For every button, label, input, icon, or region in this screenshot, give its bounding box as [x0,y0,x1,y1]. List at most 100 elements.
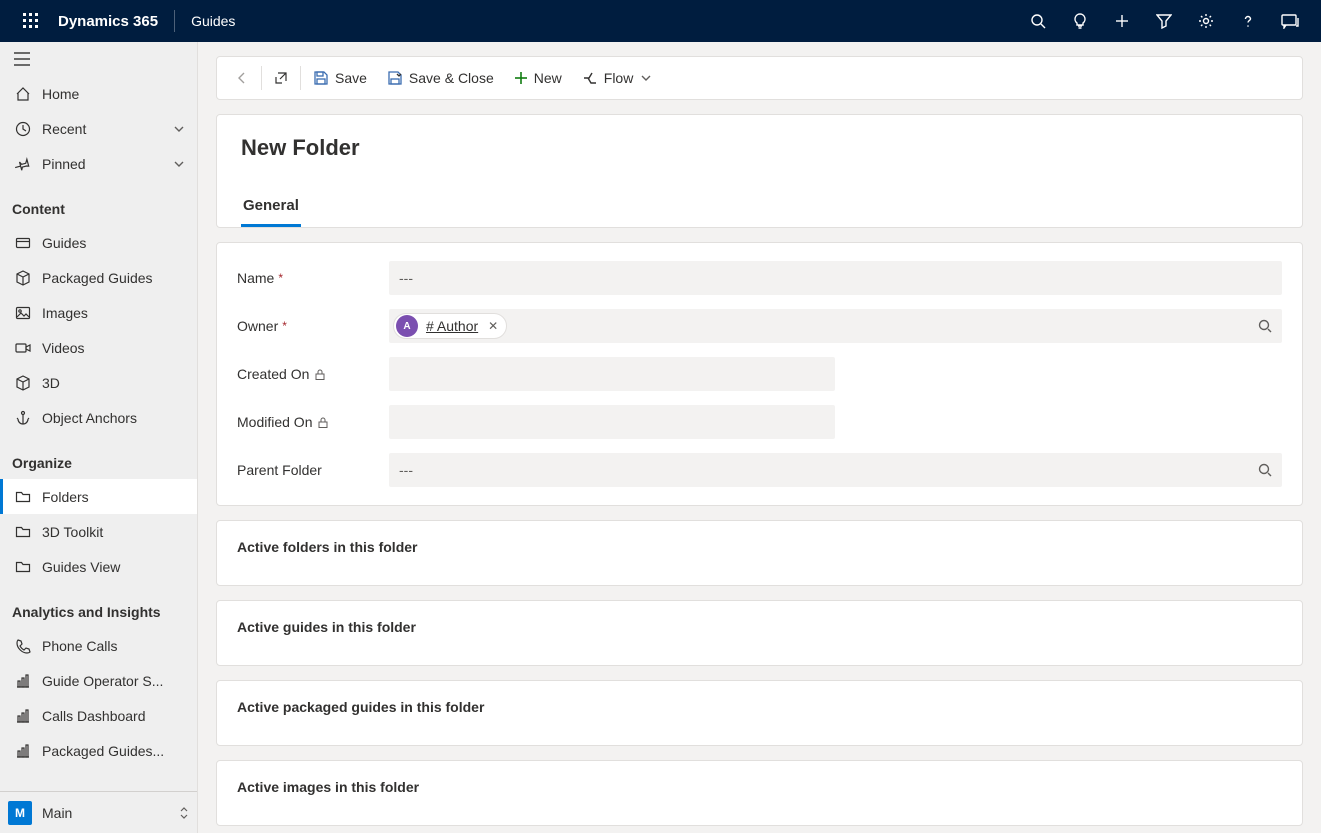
area-badge: M [8,801,32,825]
save-close-button[interactable]: Save & Close [377,57,504,99]
sidebar-item-phone-calls[interactable]: Phone Calls [0,628,197,663]
sidebar-item-object-anchors[interactable]: Object Anchors [0,400,197,435]
gear-icon [1198,13,1214,29]
lock-icon [318,417,328,428]
sidebar-item-label: Guides View [42,559,120,575]
sidebar-item-label: Object Anchors [42,410,137,426]
save-close-label: Save & Close [409,70,494,86]
owner-chip-remove[interactable]: ✕ [486,319,500,333]
assistant-button[interactable] [1059,0,1101,42]
command-bar: Save Save & Close New Flow [216,56,1303,100]
parentfolder-label: Parent Folder [237,462,389,478]
sidebar-item-packaged-guides-dash[interactable]: Packaged Guides... [0,733,197,768]
section-title: Active packaged guides in this folder [237,699,1282,715]
sidebar-item-images[interactable]: Images [0,295,197,330]
chart-icon [12,673,34,689]
name-label: Name * [237,270,389,286]
funnel-icon [1156,13,1172,29]
chevron-down-icon [641,73,651,83]
search-icon [1030,13,1046,29]
form-card: Name * --- Owner * A # Author ✕ [216,242,1303,506]
sidebar-item-label: Recent [42,121,86,137]
open-new-window-button[interactable] [264,57,298,99]
modifiedon-label: Modified On [237,414,389,430]
settings-button[interactable] [1185,0,1227,42]
section-title: Active images in this folder [237,779,1282,795]
save-label: Save [335,70,367,86]
sidebar-item-packaged-guides[interactable]: Packaged Guides [0,260,197,295]
sidebar-item-home[interactable]: Home [0,76,197,111]
sidebar-item-recent[interactable]: Recent [0,111,197,146]
brand-label[interactable]: Dynamics 365 [52,13,174,30]
lookup-search-button[interactable] [1258,319,1272,333]
owner-chip-name: # Author [426,318,478,334]
form-row-createdon: Created On [237,357,1282,391]
owner-chip[interactable]: A # Author ✕ [393,313,507,339]
sidebar-item-videos[interactable]: Videos [0,330,197,365]
pin-icon [12,156,34,172]
owner-label: Owner * [237,318,389,334]
sidebar-item-label: Videos [42,340,85,356]
flow-icon [582,70,598,86]
avatar: A [396,315,418,337]
required-marker: * [278,271,283,285]
cmdbar-sep [300,66,301,90]
lookup-search-button[interactable] [1258,463,1272,477]
help-button[interactable] [1227,0,1269,42]
sidebar-item-3d[interactable]: 3D [0,365,197,400]
sidebar-item-label: Pinned [42,156,86,172]
sidebar-item-pinned[interactable]: Pinned [0,146,197,181]
folder-icon [12,559,34,575]
lightbulb-icon [1072,13,1088,29]
help-icon [1240,13,1256,29]
waffle-icon [23,13,39,29]
app-launcher-button[interactable] [10,0,52,42]
sidebar-group-analytics: Analytics and Insights [0,584,197,628]
createdon-input [389,357,835,391]
owner-lookup[interactable]: A # Author ✕ [389,309,1282,343]
clock-icon [12,121,34,137]
search-button[interactable] [1017,0,1059,42]
sidebar-item-label: Packaged Guides... [42,743,164,759]
plus-icon [1114,13,1130,29]
flow-label: Flow [604,70,634,86]
save-close-icon [387,70,403,86]
name-input[interactable]: --- [389,261,1282,295]
filter-button[interactable] [1143,0,1185,42]
sidebar-item-folders[interactable]: Folders [0,479,197,514]
chat-button[interactable] [1269,0,1311,42]
new-record-button[interactable]: New [504,57,572,99]
parentfolder-lookup[interactable]: --- [389,453,1282,487]
chat-icon [1281,13,1299,29]
cmdbar-sep [261,66,262,90]
back-button[interactable] [225,57,259,99]
sidebar-item-label: 3D Toolkit [42,524,103,540]
sidebar-item-guide-operator[interactable]: Guide Operator S... [0,663,197,698]
sidebar-scroll[interactable]: Home Recent Pinned Content Guides Packag… [0,42,197,791]
sidebar-collapse-button[interactable] [0,42,197,76]
search-icon [1258,463,1272,477]
arrow-left-icon [235,71,249,85]
sidebar-item-label: Home [42,86,79,102]
flow-button[interactable]: Flow [572,57,662,99]
save-button[interactable]: Save [303,57,377,99]
sidebar-item-guides[interactable]: Guides [0,225,197,260]
area-switcher[interactable]: M Main [0,791,197,833]
createdon-label: Created On [237,366,389,382]
main-area[interactable]: Save Save & Close New Flow New Folder Ge… [198,42,1321,833]
sidebar-item-3d-toolkit[interactable]: 3D Toolkit [0,514,197,549]
form-row-modifiedon: Modified On [237,405,1282,439]
required-marker: * [282,319,287,333]
sidebar-item-label: Packaged Guides [42,270,153,286]
card-icon [12,235,34,251]
app-name[interactable]: Guides [175,13,235,29]
top-bar: Dynamics 365 Guides [0,0,1321,42]
popout-icon [274,71,288,85]
cube-icon [12,375,34,391]
new-button[interactable] [1101,0,1143,42]
anchor-icon [12,410,34,426]
sidebar-item-guides-view[interactable]: Guides View [0,549,197,584]
tab-general[interactable]: General [241,191,301,227]
sidebar: Home Recent Pinned Content Guides Packag… [0,42,198,833]
sidebar-item-calls-dashboard[interactable]: Calls Dashboard [0,698,197,733]
